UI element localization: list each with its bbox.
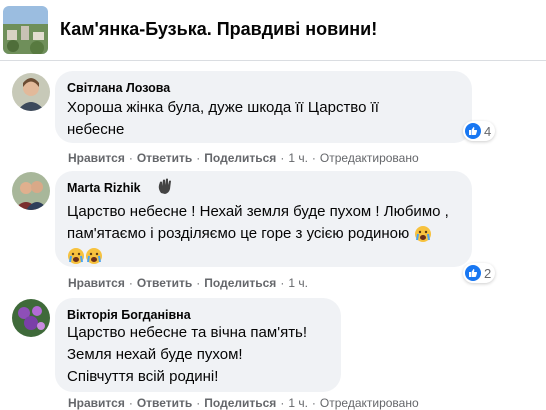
- comment-text-line: Царство небесне та вічна пам'ять!: [67, 324, 308, 341]
- avatar[interactable]: [12, 73, 50, 111]
- edited-label: Отредактировано: [319, 396, 419, 410]
- crying-face-icon: [68, 248, 84, 264]
- comment-actions: Нравится · Ответить · Поделиться · 1 ч. · От…: [68, 396, 419, 410]
- like-button[interactable]: Нравится: [68, 396, 125, 410]
- crying-face-icon: [414, 225, 431, 242]
- edited-label: Отредактировано: [319, 151, 419, 165]
- comment-author[interactable]: Вікторія Богданівна: [67, 308, 191, 322]
- comment-author[interactable]: Marta Rizhik: [67, 181, 141, 195]
- emoji-row: [67, 247, 103, 265]
- avatar[interactable]: [12, 299, 50, 337]
- comment-bubble: Світлана Лозова Хороша жінка була, дуже …: [55, 71, 472, 143]
- like-button[interactable]: Нравится: [68, 276, 125, 290]
- reply-button[interactable]: Ответить: [137, 396, 192, 410]
- waving-hand-icon: [158, 178, 171, 194]
- reply-button[interactable]: Ответить: [137, 276, 192, 290]
- share-button[interactable]: Поделиться: [204, 276, 276, 290]
- reply-button[interactable]: Ответить: [137, 151, 192, 165]
- avatar[interactable]: [12, 172, 50, 210]
- comment-text-line: Хороша жінка була, дуже шкода її Царство…: [67, 99, 379, 116]
- comment-text-row: пам'ятаємо і розділяємо це горе з усією …: [67, 223, 432, 245]
- share-button[interactable]: Поделиться: [204, 396, 276, 410]
- crying-face-icon: [86, 248, 102, 264]
- like-icon: [465, 123, 481, 139]
- timestamp[interactable]: 1 ч.: [288, 151, 308, 165]
- comment-bubble: Вікторія Богданівна Царство небесне та в…: [55, 298, 341, 392]
- group-avatar[interactable]: [3, 6, 48, 54]
- group-header: Кам'янка-Бузька. Правдиві новини!: [0, 0, 546, 60]
- comment-text-line: пам'ятаємо і розділяємо це горе з усією …: [67, 225, 410, 242]
- like-button[interactable]: Нравится: [68, 151, 125, 165]
- comment-bubble: Marta Rizhik Царство небесне ! Нехай зем…: [55, 171, 472, 267]
- like-icon: [465, 265, 481, 281]
- reaction-count: 4: [484, 123, 492, 139]
- comment-text-line: небесне: [67, 121, 125, 138]
- share-button[interactable]: Поделиться: [204, 151, 276, 165]
- comment-text-line: Царство небесне ! Нехай земля буде пухом…: [67, 203, 449, 220]
- comment-text-line: Співчуття всій родині!: [67, 368, 219, 385]
- group-title[interactable]: Кам'янка-Бузька. Правдиві новини!: [60, 19, 377, 40]
- comment-actions: Нравится · Ответить · Поделиться · 1 ч.: [68, 276, 308, 290]
- reaction-summary[interactable]: 2: [463, 263, 496, 283]
- comment-author[interactable]: Світлана Лозова: [67, 81, 170, 95]
- comment-text-line: Земля нехай буде пухом!: [67, 346, 243, 363]
- comment-actions: Нравится · Ответить · Поделиться · 1 ч. · От…: [68, 151, 419, 165]
- reaction-count: 2: [484, 265, 492, 281]
- header-divider: [0, 60, 546, 61]
- timestamp[interactable]: 1 ч.: [288, 396, 308, 410]
- timestamp[interactable]: 1 ч.: [288, 276, 308, 290]
- reaction-summary[interactable]: 4: [463, 121, 496, 141]
